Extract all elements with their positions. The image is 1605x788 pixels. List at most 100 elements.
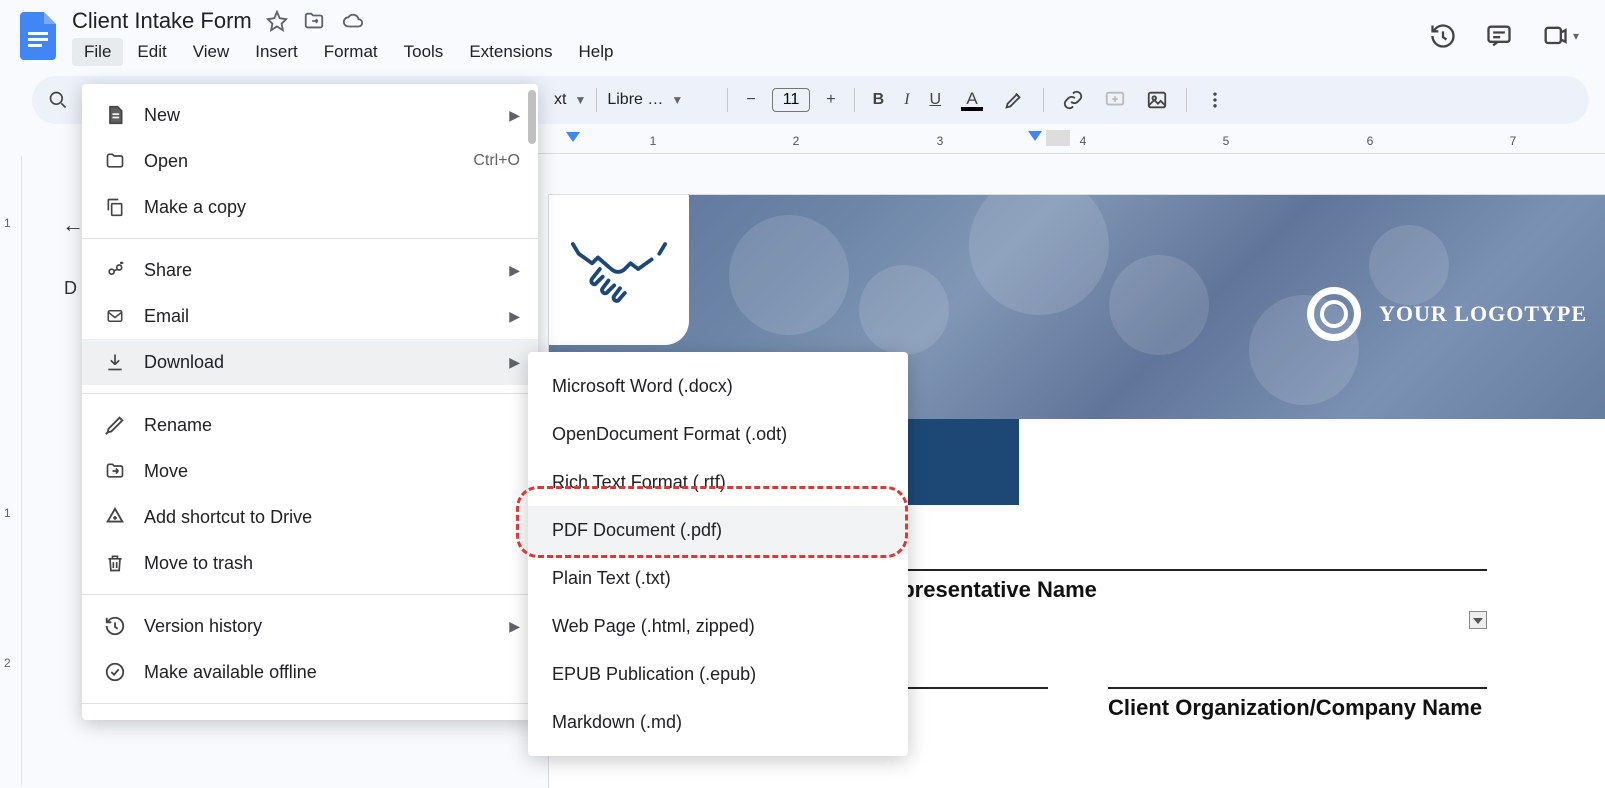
- download-epub[interactable]: EPUB Publication (.epub): [528, 650, 908, 698]
- add-comment-button[interactable]: [1096, 83, 1134, 117]
- text-color-button[interactable]: A: [953, 83, 991, 117]
- menu-item-rename[interactable]: Rename: [82, 402, 538, 448]
- italic-button[interactable]: I: [896, 85, 917, 115]
- menu-item-add-shortcut[interactable]: Add shortcut to Drive: [82, 494, 538, 540]
- menu-item-open[interactable]: Open Ctrl+O: [82, 138, 538, 184]
- menu-file[interactable]: File: [72, 38, 123, 66]
- more-toolbar-button[interactable]: [1197, 84, 1233, 116]
- menu-tools[interactable]: Tools: [392, 38, 456, 66]
- field-line[interactable]: [1108, 663, 1487, 689]
- move-folder-icon[interactable]: [302, 10, 326, 32]
- menu-item-label: Open: [144, 151, 188, 172]
- insert-image-button[interactable]: [1138, 83, 1176, 117]
- menu-item-move[interactable]: Move: [82, 448, 538, 494]
- field-label-org-name: Client Organization/Company Name: [1108, 695, 1487, 721]
- folder-open-icon: [102, 151, 128, 171]
- left-panel: 1 1 2 ← D: [0, 156, 86, 786]
- menu-divider: [82, 594, 538, 595]
- google-docs-icon[interactable]: [16, 8, 60, 64]
- download-odt[interactable]: OpenDocument Format (.odt): [528, 410, 908, 458]
- menu-divider: [82, 393, 538, 394]
- download-rtf[interactable]: Rich Text Format (.rtf): [528, 458, 908, 506]
- download-submenu: Microsoft Word (.docx) OpenDocument Form…: [528, 352, 908, 756]
- ruler-tick: 3: [937, 134, 944, 148]
- menu-view[interactable]: View: [181, 38, 242, 66]
- trash-icon: [102, 552, 128, 574]
- cloud-status-icon[interactable]: [340, 10, 366, 32]
- download-html[interactable]: Web Page (.html, zipped): [528, 602, 908, 650]
- download-icon: [102, 351, 128, 373]
- menubar: File Edit View Insert Format Tools Exten…: [72, 38, 1429, 66]
- present-icon[interactable]: ▾: [1541, 22, 1579, 50]
- submenu-arrow-icon: ▶: [509, 618, 520, 635]
- submenu-arrow-icon: ▶: [509, 107, 520, 124]
- star-icon[interactable]: [266, 10, 288, 32]
- ruler-tick: 5: [1223, 134, 1230, 148]
- handshake-logo: [549, 195, 689, 345]
- field-line[interactable]: [889, 545, 1487, 571]
- submenu-arrow-icon: ▶: [509, 354, 520, 371]
- menu-item-label: Version history: [144, 616, 262, 637]
- download-md[interactable]: Markdown (.md): [528, 698, 908, 746]
- logo-ring-icon: [1307, 287, 1361, 341]
- ruler-tick: 1: [650, 134, 657, 148]
- ruler-column-marker[interactable]: [1046, 130, 1070, 146]
- menu-item-trash[interactable]: Move to trash: [82, 540, 538, 586]
- logotype-text: YOUR LOGOTYPE: [1379, 301, 1587, 327]
- document-title[interactable]: Client Intake Form: [72, 8, 252, 34]
- menu-item-label: Make a copy: [144, 197, 246, 218]
- menu-item-new[interactable]: New ▶: [82, 92, 538, 138]
- font-dropdown[interactable]: Libre …▼: [607, 91, 717, 109]
- ruler-tick: 1: [4, 506, 11, 520]
- history-icon: [102, 615, 128, 637]
- menu-item-version-history[interactable]: Version history ▶: [82, 603, 538, 649]
- menu-format[interactable]: Format: [312, 38, 390, 66]
- submenu-arrow-icon: ▶: [509, 262, 520, 279]
- menu-item-make-copy[interactable]: Make a copy: [82, 184, 538, 230]
- dropdown-icon[interactable]: [1469, 611, 1487, 629]
- increase-font-button[interactable]: +: [818, 85, 843, 115]
- menu-item-label: Email: [144, 306, 189, 327]
- rename-icon: [102, 414, 128, 436]
- comments-icon[interactable]: [1485, 22, 1513, 50]
- menu-edit[interactable]: Edit: [125, 38, 178, 66]
- vertical-ruler[interactable]: 1 1 2: [0, 156, 22, 786]
- drive-shortcut-icon: [102, 506, 128, 528]
- menu-item-label: Move to trash: [144, 553, 253, 574]
- menu-item-share[interactable]: Share ▶: [82, 247, 538, 293]
- menu-extensions[interactable]: Extensions: [457, 38, 564, 66]
- ruler-tick: 2: [793, 134, 800, 148]
- outline-heading-letter[interactable]: D: [64, 278, 77, 299]
- download-docx[interactable]: Microsoft Word (.docx): [528, 362, 908, 410]
- history-icon[interactable]: [1429, 22, 1457, 50]
- font-size-input[interactable]: 11: [772, 88, 811, 112]
- download-txt[interactable]: Plain Text (.txt): [528, 554, 908, 602]
- menu-item-offline[interactable]: Make available offline: [82, 649, 538, 695]
- decrease-font-button[interactable]: −: [738, 85, 763, 115]
- menu-item-label: New: [144, 105, 180, 126]
- ruler-tick: 4: [1080, 134, 1087, 148]
- menu-help[interactable]: Help: [566, 38, 625, 66]
- highlight-button[interactable]: [995, 83, 1033, 117]
- new-doc-icon: [102, 104, 128, 126]
- offline-icon: [102, 661, 128, 683]
- ruler-tick: 7: [1510, 134, 1517, 148]
- menu-item-email[interactable]: Email ▶: [82, 293, 538, 339]
- menu-divider: [82, 238, 538, 239]
- file-menu: New ▶ Open Ctrl+O Make a copy Share ▶ Em…: [82, 84, 538, 720]
- menu-item-label: Make available offline: [144, 662, 317, 683]
- download-pdf[interactable]: PDF Document (.pdf): [528, 506, 908, 554]
- ruler-right-indent-marker[interactable]: [1028, 131, 1042, 145]
- ruler-indent-marker[interactable]: [566, 132, 580, 146]
- search-icon[interactable]: [40, 84, 76, 116]
- insert-link-button[interactable]: [1054, 83, 1092, 117]
- paragraph-style-dropdown[interactable]: xt▼: [554, 91, 586, 109]
- menu-item-label: Download: [144, 352, 224, 373]
- outline-back-icon[interactable]: ←: [62, 212, 84, 238]
- menu-item-download[interactable]: Download ▶: [82, 339, 538, 385]
- underline-button[interactable]: U: [922, 85, 950, 115]
- bold-button[interactable]: B: [865, 85, 893, 115]
- submenu-arrow-icon: ▶: [509, 308, 520, 325]
- move-icon: [102, 461, 128, 481]
- menu-insert[interactable]: Insert: [243, 38, 310, 66]
